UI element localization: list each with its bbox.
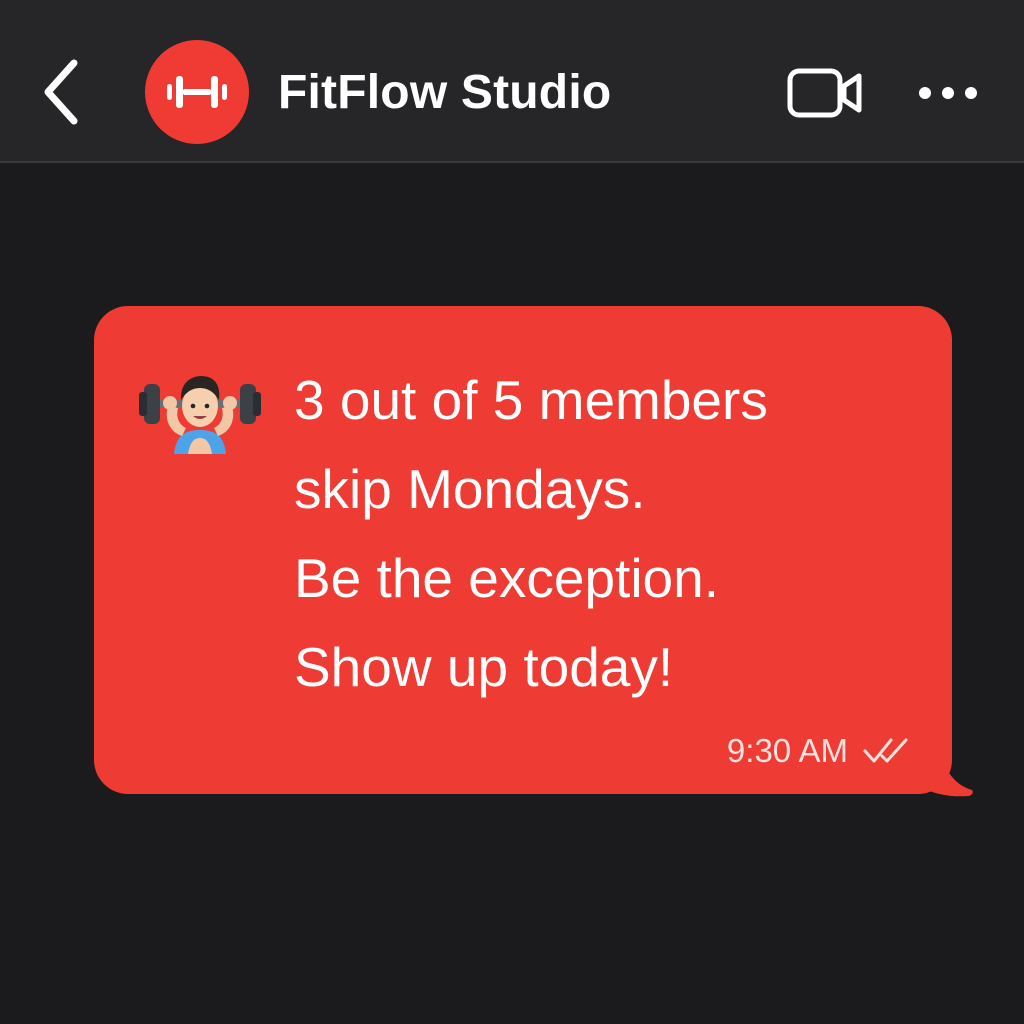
video-camera-icon: [787, 68, 862, 118]
message-line: Show up today!: [294, 636, 674, 698]
message-meta: 9:30 AM: [727, 732, 916, 770]
contact-name[interactable]: FitFlow Studio: [278, 58, 611, 128]
person-lifting-weights-emoji: [139, 376, 261, 454]
message-text: 3 out of 5 members skip Mondays. Be the …: [294, 356, 934, 712]
message-line: skip Mondays.: [294, 458, 646, 520]
dumbbell-icon: [167, 76, 227, 108]
outgoing-message-bubble[interactable]: 3 out of 5 members skip Mondays. Be the …: [94, 306, 978, 800]
more-horizontal-icon: [919, 87, 977, 99]
back-button[interactable]: [30, 52, 94, 132]
message-line: Be the exception.: [294, 547, 720, 609]
message-timestamp: 9:30 AM: [726, 732, 848, 769]
contact-avatar[interactable]: [145, 40, 249, 144]
message-line: 3 out of 5 members: [294, 369, 768, 431]
double-check-icon: [863, 738, 908, 763]
chevron-left-icon: [44, 59, 78, 125]
more-options-button[interactable]: [906, 62, 990, 124]
chat-screen: FitFlow Studio 3 out of 5 members skip M…: [0, 0, 1024, 1024]
message-bubble-body: 3 out of 5 members skip Mondays. Be the …: [94, 306, 952, 794]
video-call-button[interactable]: [780, 60, 870, 126]
chat-header: FitFlow Studio: [0, 0, 1024, 163]
